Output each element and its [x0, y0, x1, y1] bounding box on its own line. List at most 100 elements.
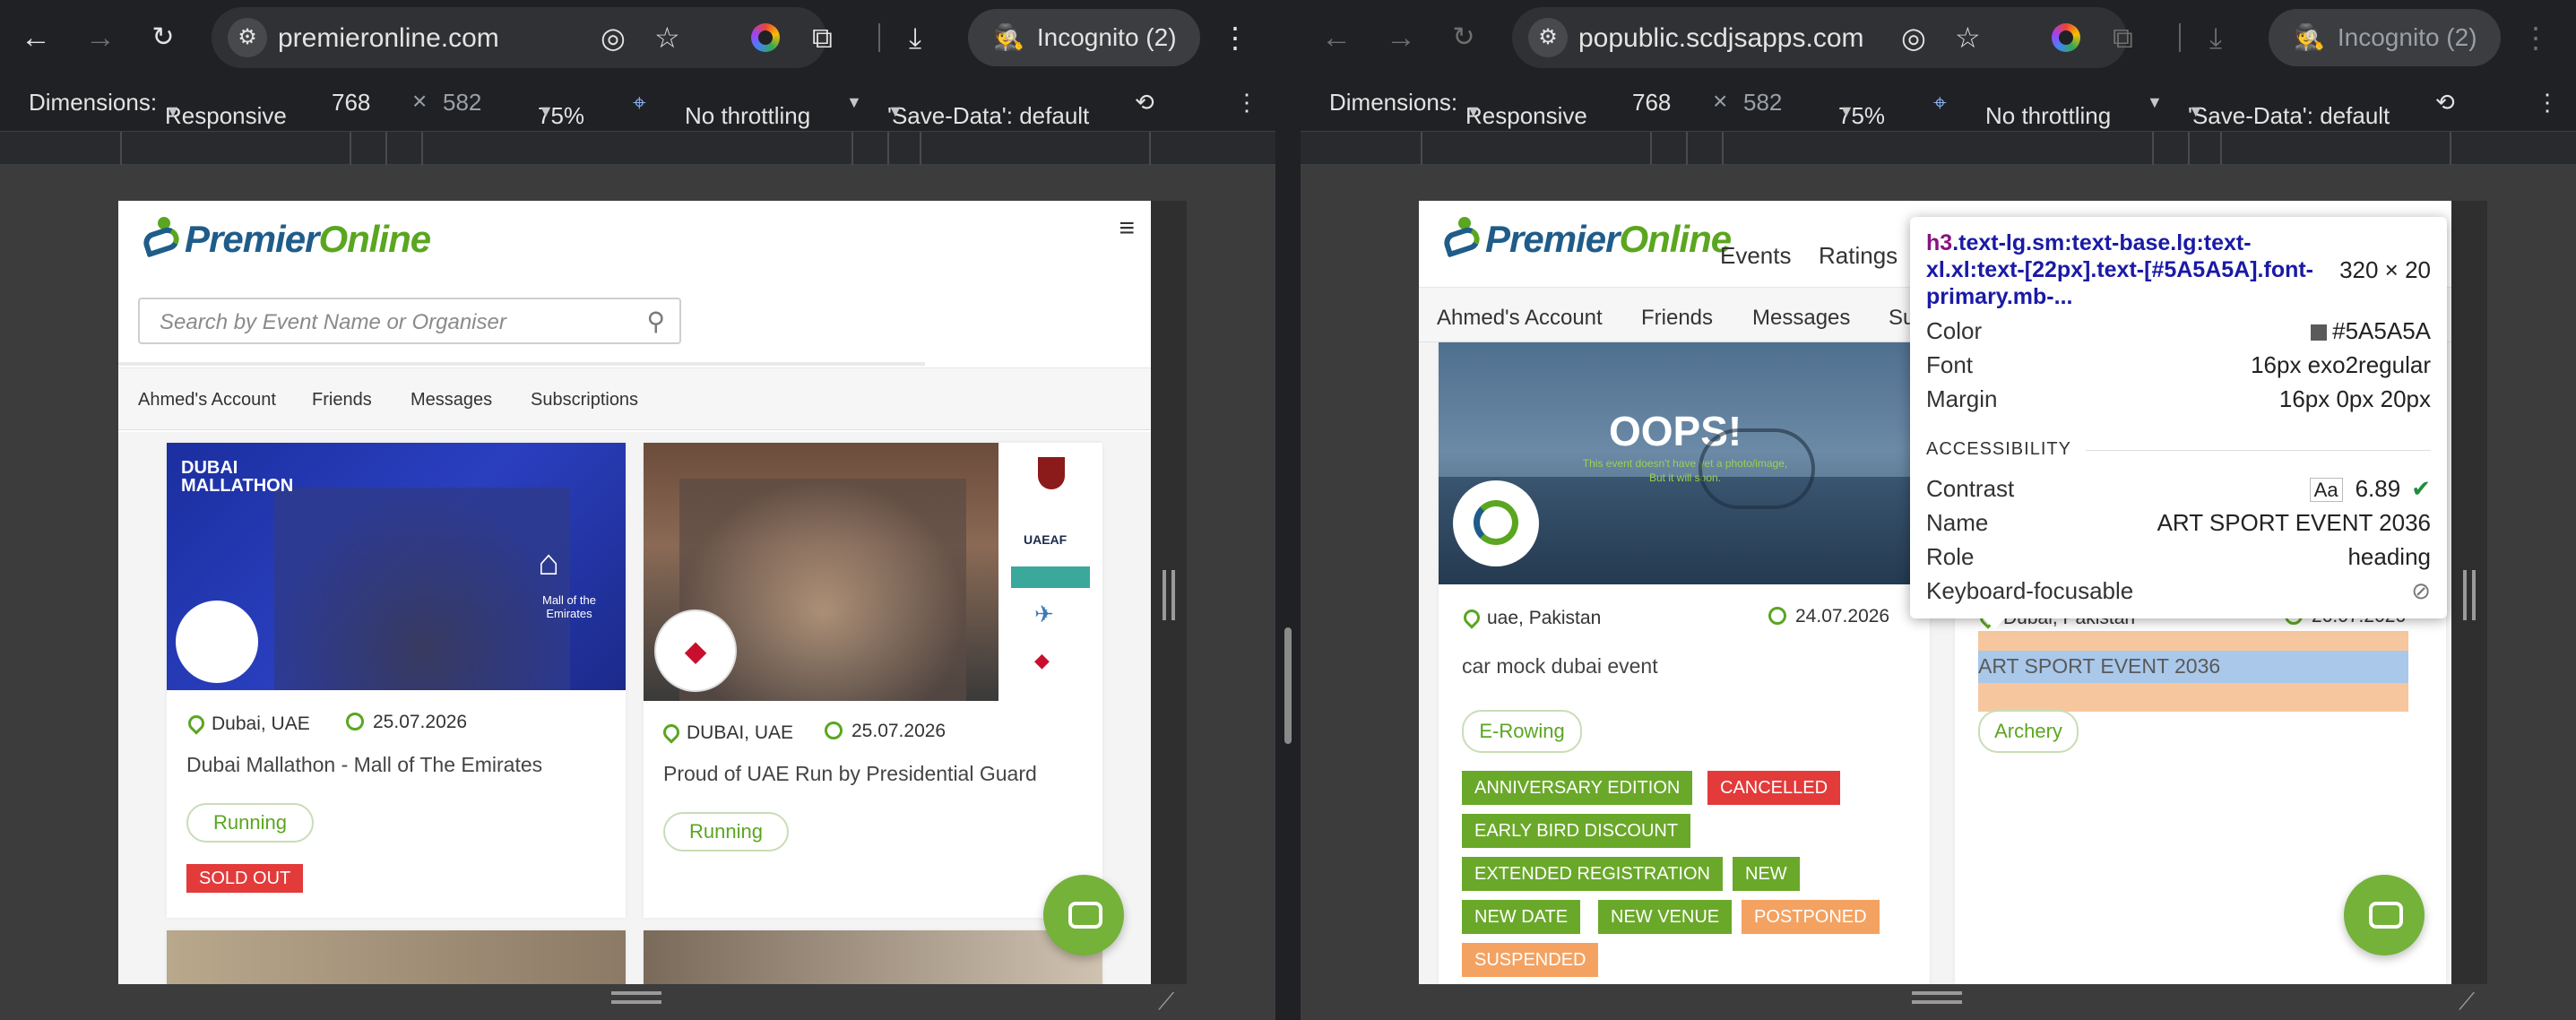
event-card[interactable] [167, 930, 626, 984]
name-value: ART SPORT EVENT 2036 [2157, 509, 2431, 536]
extensions-puzzle-icon[interactable]: ⧉ [812, 18, 833, 57]
auto-adjust-zoom-icon[interactable]: ⌖ [1933, 89, 1947, 117]
times-sign: × [1713, 87, 1728, 115]
event-title[interactable]: car mock dubai event [1462, 654, 1658, 679]
site-info-icon[interactable]: ⚙ [1528, 18, 1568, 57]
rotate-icon[interactable]: ⟲ [2435, 89, 2455, 117]
address-bar[interactable]: ⚙ popublic.scdjsapps.com ◎ ☆ [1512, 7, 2127, 68]
address-bar[interactable]: ⚙ premieronline.com ◎ ☆ [212, 7, 826, 68]
height-input[interactable]: 582 [443, 89, 481, 117]
height-input[interactable]: 582 [1743, 89, 1782, 117]
nav-events[interactable]: Events [1720, 242, 1792, 270]
sponsor-icon: ✈ [1034, 601, 1054, 627]
tag-new-date: NEW DATE [1462, 900, 1581, 934]
category-pill[interactable]: E-Rowing [1462, 710, 1582, 753]
event-title[interactable]: ART SPORT EVENT 2036 [1978, 654, 2220, 679]
caret-down-icon: ▼ [2188, 102, 2204, 120]
media-query-ruler[interactable] [1301, 131, 2576, 165]
search-input[interactable]: Search by Event Name or Organiser ⚲ [138, 298, 681, 344]
side-resize-handle[interactable] [1163, 570, 1175, 620]
auto-adjust-zoom-icon[interactable]: ⌖ [633, 89, 646, 117]
eye-off-icon[interactable]: ◎ [1901, 20, 1926, 56]
back-arrow-icon[interactable]: ← [16, 18, 56, 57]
location-pin-icon [185, 712, 208, 735]
premier-online-logo[interactable]: PremierOnline [1440, 217, 1732, 262]
color-extension-icon[interactable] [2052, 23, 2080, 52]
corner-resize-icon[interactable]: ⟋ [2459, 990, 2482, 1013]
oops-placeholder-image: OOPS! This event doesn't have yet a phot… [1439, 342, 1930, 584]
menu-kebab-icon[interactable]: ⋮ [1221, 18, 1249, 57]
tooltip-arrow [1982, 617, 2007, 629]
incognito-indicator[interactable]: 🕵 Incognito (2) [2269, 9, 2501, 66]
forward-arrow-icon[interactable]: → [81, 18, 120, 57]
role-label: Role [1926, 543, 1975, 570]
premier-online-logo[interactable]: PremierOnline [140, 217, 431, 262]
font-label: Font [1926, 351, 1974, 378]
tag-new-venue: NEW VENUE [1598, 900, 1733, 934]
nav-messages[interactable]: Messages [1752, 306, 1850, 331]
nav-ahmeds-account[interactable]: Ahmed's Account [1437, 306, 1603, 331]
contrast-label: Contrast [1926, 475, 2015, 502]
nav-ahmeds-account[interactable]: Ahmed's Account [138, 390, 276, 411]
event-card[interactable]: OOPS! This event doesn't have yet a phot… [1439, 342, 1930, 984]
event-card[interactable]: DUBAI MALLATHON ⌂ Mall of the Emirates D… [167, 443, 626, 918]
bottom-resize-handle[interactable] [1912, 991, 1962, 1004]
font-value: 16px exo2regular [2251, 351, 2431, 378]
eye-off-icon[interactable]: ◎ [601, 20, 626, 56]
color-extension-icon[interactable] [751, 23, 780, 52]
search-placeholder: Search by Event Name or Organiser [160, 310, 506, 334]
event-card[interactable] [644, 930, 1102, 984]
corner-resize-icon[interactable]: ⟋ [1158, 990, 1181, 1013]
bookmark-star-icon[interactable]: ☆ [654, 20, 680, 56]
side-resize-handle[interactable] [2463, 570, 2476, 620]
incognito-indicator[interactable]: 🕵 Incognito (2) [968, 9, 1200, 66]
not-allowed-icon: ⊘ [2411, 577, 2431, 604]
chat-icon[interactable] [2344, 875, 2425, 955]
menu-kebab-icon[interactable]: ⋮ [2521, 18, 2550, 57]
event-location: uae, Pakistan [1460, 606, 1601, 629]
category-pill[interactable]: Running [663, 812, 789, 851]
event-date: 24.07.2026 [1768, 606, 1889, 627]
nav-messages[interactable]: Messages [411, 390, 492, 411]
chat-icon[interactable] [1043, 875, 1124, 955]
category-pill[interactable]: Archery [1978, 710, 2079, 753]
nav-ratings[interactable]: Ratings [1819, 242, 1897, 270]
extensions-puzzle-icon[interactable]: ⧉ [2113, 18, 2133, 57]
split-divider[interactable] [1275, 0, 1301, 1020]
reload-icon[interactable]: ↻ [143, 18, 183, 57]
nav-friends[interactable]: Friends [1641, 306, 1713, 331]
margin-value: 16px 0px 20px [2278, 385, 2431, 412]
reload-icon[interactable]: ↻ [1444, 18, 1483, 57]
color-value: #5A5A5A [2311, 317, 2431, 345]
hamburger-menu-icon[interactable]: ≡ [1119, 213, 1135, 244]
events-grid: DUBAI MALLATHON ⌂ Mall of the Emirates D… [118, 432, 1151, 984]
download-icon[interactable]: ⤓ [2209, 18, 2222, 57]
nav-subscriptions[interactable]: Subscriptions [531, 390, 638, 411]
category-pill[interactable]: Running [186, 803, 314, 843]
bookmark-star-icon[interactable]: ☆ [1955, 20, 1981, 56]
event-location: DUBAI, UAE [660, 721, 793, 744]
nav-friends[interactable]: Friends [312, 390, 372, 411]
site-info-icon[interactable]: ⚙ [228, 18, 267, 57]
forward-arrow-icon[interactable]: → [1381, 18, 1421, 57]
width-input[interactable]: 768 [332, 89, 370, 117]
endurance-small-icon: ◆ [1034, 649, 1050, 671]
devtools-more-icon[interactable]: ⋮ [2536, 89, 2559, 117]
logo-word-premier: Premier [1485, 218, 1620, 260]
width-input[interactable]: 768 [1632, 89, 1671, 117]
devtools-more-icon[interactable]: ⋮ [1235, 89, 1258, 117]
event-banner-image: ◆ [644, 443, 998, 701]
search-icon[interactable]: ⚲ [646, 307, 665, 336]
event-card[interactable]: ◆ UAEAF ✈ ◆ DUBAI, UAE 25.07.2026 Proud … [644, 443, 1102, 918]
bottom-resize-handle[interactable] [611, 991, 661, 1004]
event-title[interactable]: Proud of UAE Run by Presidential Guard [663, 762, 1037, 786]
event-title[interactable]: Dubai Mallathon - Mall of The Emirates [186, 753, 542, 777]
dimensions-label: Dimensions: [29, 89, 158, 116]
back-arrow-icon[interactable]: ← [1317, 18, 1356, 57]
split-grip[interactable] [1284, 627, 1292, 744]
download-icon[interactable]: ⤓ [909, 18, 921, 57]
url-text: premieronline.com [278, 23, 499, 53]
rotate-icon[interactable]: ⟲ [1135, 89, 1154, 117]
location-pin-icon [1460, 606, 1483, 629]
media-query-ruler[interactable] [0, 131, 1275, 165]
